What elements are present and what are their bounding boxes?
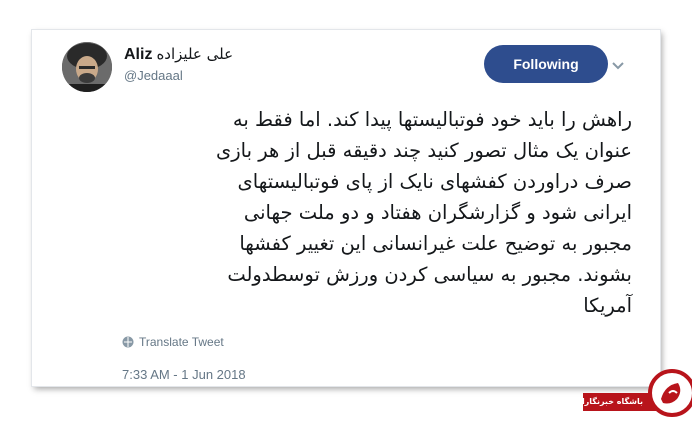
translate-tweet-link[interactable]: Translate Tweet (122, 335, 224, 349)
tweet-line: راهش را باید خود فوتبالیستها پیدا کند. ا… (232, 108, 632, 131)
watermark-text: باشگاه خبرنگاران (575, 397, 643, 406)
translate-tweet-label[interactable]: Translate Tweet (139, 335, 224, 349)
globe-icon (122, 336, 134, 348)
watermark-logo: باشگاه خبرنگاران (575, 355, 692, 418)
avatar[interactable] (62, 42, 112, 92)
tweet-line: بشوند. مجبور به سیاسی کردن ورزش توسطدولت (227, 263, 632, 286)
user-name[interactable]: Aliz علی علیزاده (124, 44, 233, 66)
tweet-line: آمریکا (583, 294, 632, 317)
user-name-latin[interactable]: Aliz (124, 46, 152, 63)
user-name-farsi[interactable]: علی علیزاده (156, 45, 233, 63)
tweet-timestamp[interactable]: 7:33 AM - 1 Jun 2018 (122, 367, 246, 382)
chevron-down-icon[interactable] (610, 60, 626, 72)
tweet-text: راهش را باید خود فوتبالیستها پیدا کند. ا… (112, 104, 632, 321)
tweet-line: عنوان یک مثال تصور کنید چند دقیقه قبل از… (215, 139, 632, 162)
user-handle[interactable]: @Jedaaal (124, 68, 183, 83)
tweet-line: مجبور به توضیح علت غیرانسانی این تغییر ک… (239, 232, 632, 255)
tweet-line: صرف دراوردن کفشهای نایک از پای فوتبالیست… (237, 170, 632, 193)
following-button[interactable]: Following (484, 45, 608, 83)
tweet-line: ایرانی شود و گزارشگران هفتاد و دو ملت جه… (243, 201, 632, 224)
tweet-card: Aliz علی علیزاده @Jedaaal Following راهش … (32, 30, 660, 386)
